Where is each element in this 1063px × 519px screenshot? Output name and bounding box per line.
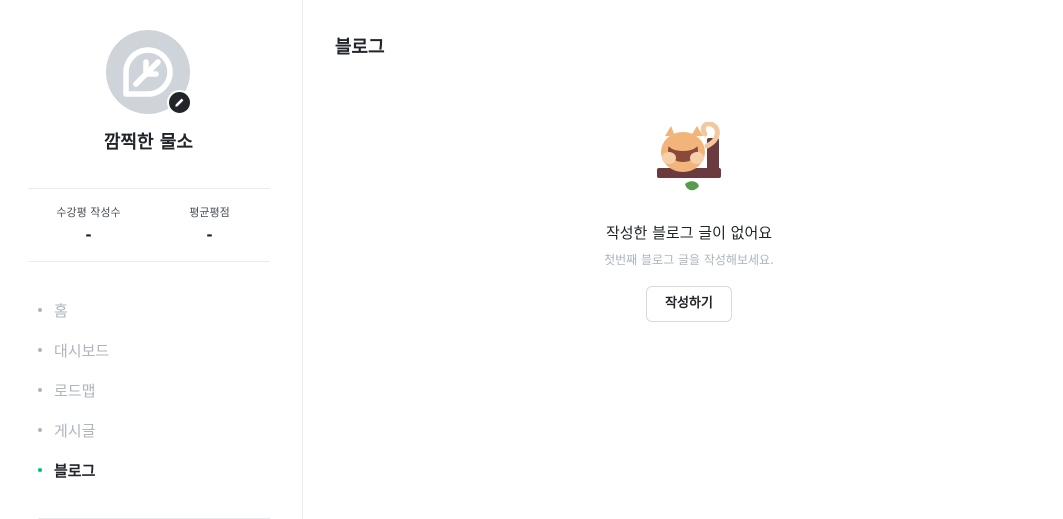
profile-stats: 수강평 작성수 - 평균평점 -: [28, 205, 270, 243]
bullet-icon: [38, 468, 42, 472]
write-blog-button[interactable]: 작성하기: [646, 286, 732, 322]
bullet-icon: [38, 388, 42, 392]
sidebar-item-posts[interactable]: 게시글: [38, 420, 109, 440]
bullet-icon: [38, 348, 42, 352]
stat-value: -: [85, 226, 92, 244]
sidebar-item-blog[interactable]: 블로그: [38, 460, 109, 480]
empty-state-title: 작성한 블로그 글이 없어요: [605, 224, 773, 242]
sidebar-nav: 홈 대시보드 로드맵 게시글 블로그: [38, 300, 109, 500]
bullet-icon: [38, 428, 42, 432]
divider: [28, 188, 270, 189]
sidebar-item-label: 대시보드: [54, 341, 110, 360]
stat-average-rating: 평균평점 -: [149, 205, 270, 243]
sidebar-item-home[interactable]: 홈: [38, 300, 109, 320]
sidebar-item-roadmap[interactable]: 로드맵: [38, 380, 109, 400]
sidebar-item-label: 블로그: [54, 461, 96, 480]
pencil-icon: [175, 98, 184, 107]
edit-avatar-button[interactable]: [167, 90, 192, 115]
sidebar-item-label: 게시글: [54, 421, 96, 440]
stat-label: 수강평 작성수: [56, 206, 121, 219]
empty-state: 작성한 블로그 글이 없어요 첫번째 블로그 글을 작성해보세요. 작성하기: [303, 122, 1063, 322]
sidebar-item-label: 홈: [54, 301, 68, 320]
stat-value: -: [206, 226, 213, 244]
sidebar: 깜찍한 물소 수강평 작성수 - 평균평점 - 홈 대시보드 로드맵 게시글 블…: [0, 0, 303, 519]
page-title: 블로그: [335, 37, 385, 58]
squirrel-on-branch-illustration: [657, 122, 721, 191]
page: 깜찍한 물소 수강평 작성수 - 평균평점 - 홈 대시보드 로드맵 게시글 블…: [0, 0, 1063, 519]
stat-review-count: 수강평 작성수 -: [28, 205, 149, 243]
bullet-icon: [38, 308, 42, 312]
stat-label: 평균평점: [189, 206, 230, 219]
profile-avatar-wrap: [106, 30, 192, 115]
leaf-icon: [123, 47, 173, 97]
main-content: 블로그 작성한 블로그 글이 없어요 첫번째 블로그 글을 작성해보세요. 작성…: [303, 0, 1063, 519]
profile-name: 깜찍한 물소: [103, 132, 194, 153]
divider: [28, 261, 270, 262]
sidebar-item-dashboard[interactable]: 대시보드: [38, 340, 109, 360]
empty-state-description: 첫번째 블로그 글을 작성해보세요.: [604, 253, 774, 267]
sidebar-item-label: 로드맵: [54, 381, 96, 400]
